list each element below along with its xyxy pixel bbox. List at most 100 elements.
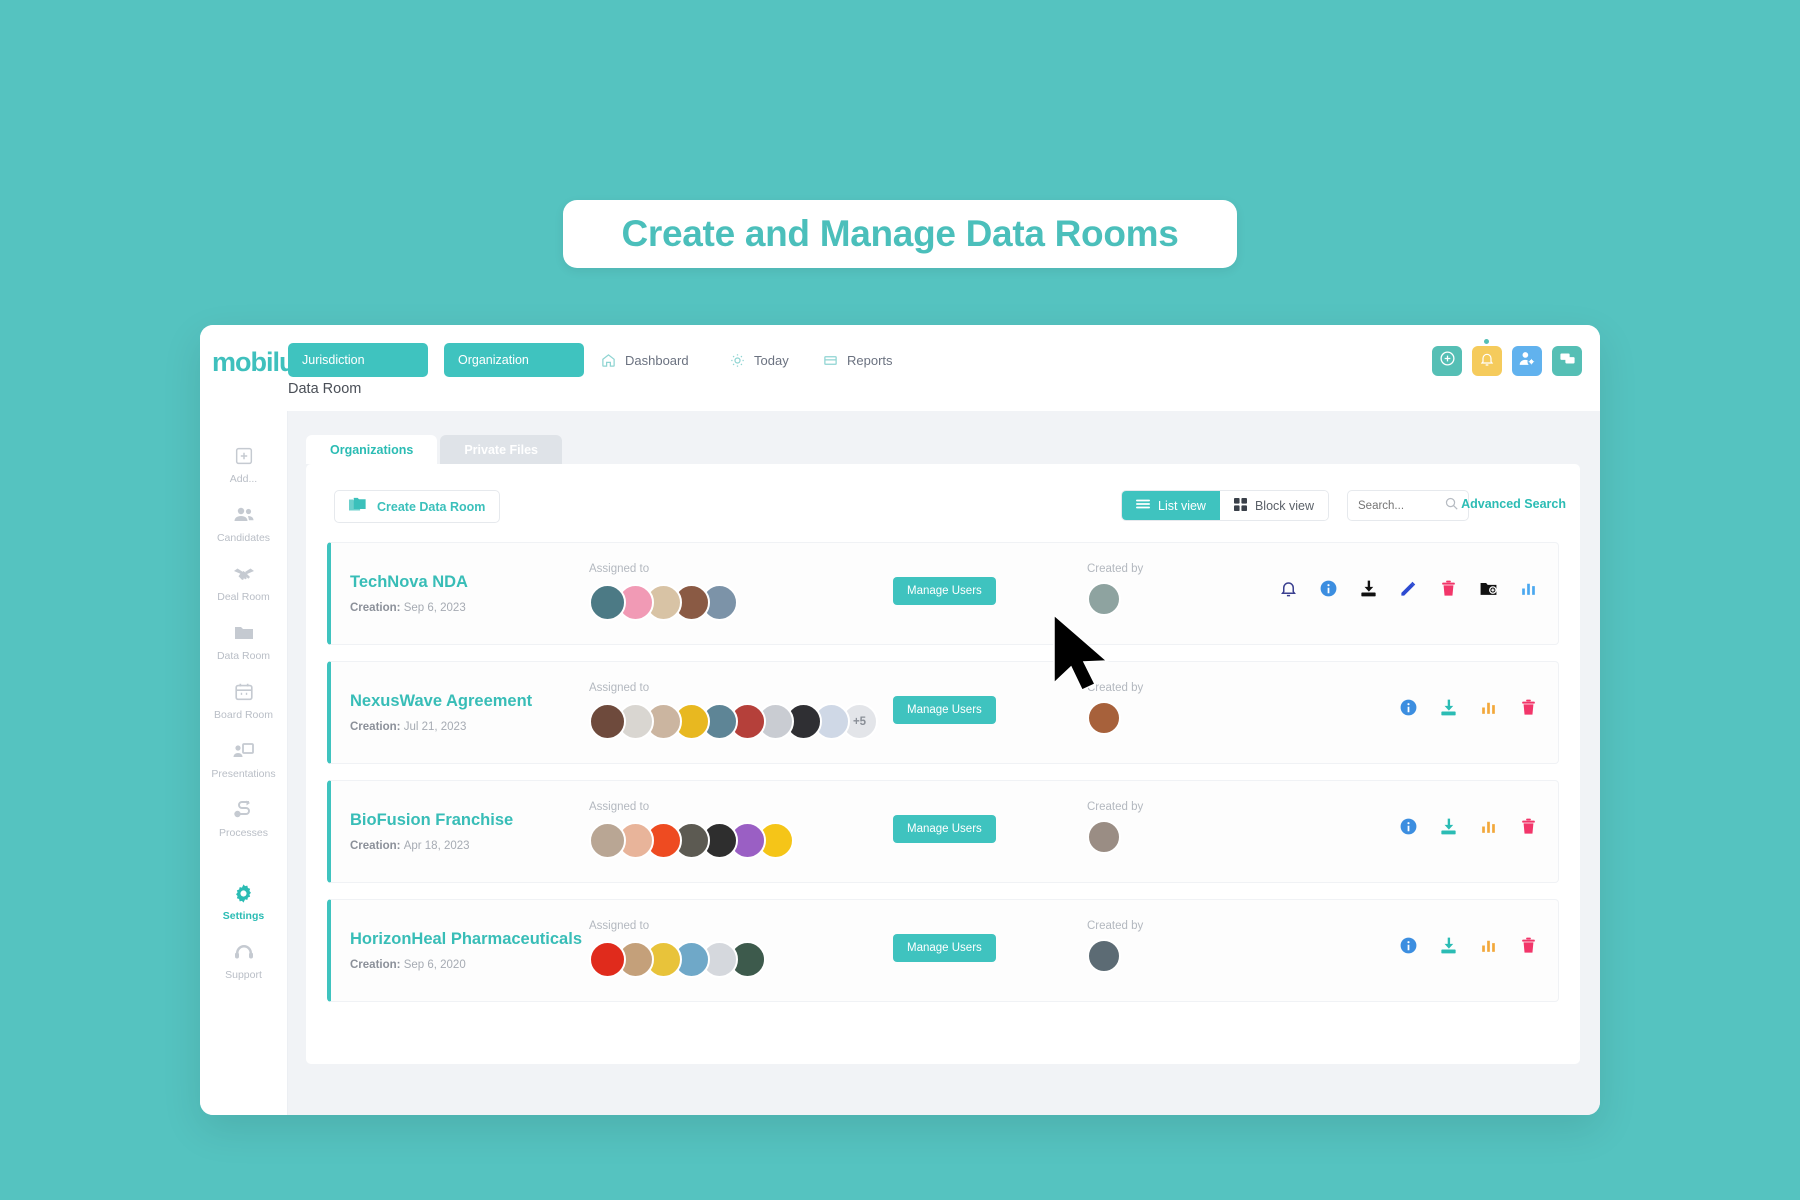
created-by-label: Created by: [1087, 563, 1144, 575]
avatar[interactable]: [589, 703, 626, 740]
row-actions: [1399, 936, 1538, 955]
search-input[interactable]: [1358, 499, 1444, 512]
statistics-icon[interactable]: [1479, 817, 1498, 836]
add-button[interactable]: [1432, 346, 1462, 376]
app-window: mobilu Jurisdiction Organization Dashboa…: [200, 325, 1600, 1115]
row-actions: [1279, 579, 1538, 598]
manage-users-button[interactable]: Manage Users: [893, 696, 996, 724]
delete-icon[interactable]: [1519, 936, 1538, 955]
data-room-name[interactable]: BioFusion Franchise: [350, 811, 513, 830]
tab-private-files[interactable]: Private Files: [440, 435, 562, 464]
nav-reports-label: Reports: [847, 352, 893, 368]
row-title-group: NexusWave Agreement Creation: Jul 21, 202…: [350, 692, 532, 733]
info-icon[interactable]: [1399, 817, 1418, 836]
sidebar-item-deal-room[interactable]: Deal Room: [200, 553, 287, 612]
download-icon[interactable]: [1439, 817, 1458, 836]
statistics-icon[interactable]: [1479, 936, 1498, 955]
search-icon: [1445, 497, 1458, 515]
assigned-to-label: Assigned to: [589, 563, 650, 575]
delete-icon[interactable]: [1519, 817, 1538, 836]
sidebar-item-support[interactable]: Support: [200, 931, 287, 990]
tab-organizations-label: Organizations: [330, 442, 414, 457]
search-box[interactable]: [1347, 490, 1469, 521]
row-title-group: BioFusion Franchise Creation: Apr 18, 202…: [350, 811, 513, 852]
data-room-name[interactable]: TechNova NDA: [350, 573, 468, 592]
creator-avatar[interactable]: [1087, 582, 1121, 616]
created-by-group: Created by: [1087, 563, 1143, 616]
sidebar-item-support-label: Support: [225, 969, 262, 981]
sidebar-item-deal-room-label: Deal Room: [217, 591, 270, 603]
tab-organizations[interactable]: Organizations: [306, 435, 438, 464]
avatar[interactable]: [589, 941, 626, 978]
avatar-stack: [589, 584, 738, 621]
manage-users-button[interactable]: Manage Users: [893, 577, 996, 605]
creator-avatar[interactable]: [1087, 701, 1121, 735]
data-room-name[interactable]: HorizonHeal Pharmaceuticals: [350, 930, 582, 949]
sidebar-item-presentations[interactable]: Presentations: [200, 730, 287, 789]
table-row[interactable]: HorizonHeal Pharmaceuticals Creation: Sep…: [327, 899, 1559, 1002]
data-room-name[interactable]: NexusWave Agreement: [350, 692, 532, 711]
created-by-label: Created by: [1087, 920, 1144, 932]
table-row[interactable]: BioFusion Franchise Creation: Apr 18, 202…: [327, 780, 1559, 883]
info-icon[interactable]: [1399, 936, 1418, 955]
download-icon[interactable]: [1439, 698, 1458, 717]
presentation-icon: [232, 739, 256, 763]
sidebar-item-add[interactable]: Add...: [200, 435, 287, 494]
headset-icon: [232, 940, 256, 964]
table-row[interactable]: TechNova NDA Creation: Sep 6, 2023 Assigne…: [327, 542, 1559, 645]
assigned-users-group: Assigned to +5: [589, 682, 878, 740]
list-view-label: List view: [1158, 498, 1206, 513]
nav-today[interactable]: Today: [730, 349, 789, 371]
created-by-group: Created by: [1087, 682, 1143, 735]
creator-avatar[interactable]: [1087, 939, 1121, 973]
avatar[interactable]: [589, 584, 626, 621]
messages-button[interactable]: [1552, 346, 1582, 376]
user-settings-button[interactable]: [1512, 346, 1542, 376]
delete-icon[interactable]: [1439, 579, 1458, 598]
data-room-panel: Create Data Room List view Block view Se…: [306, 464, 1580, 1064]
sidebar-item-settings[interactable]: Settings: [200, 872, 287, 931]
delete-icon[interactable]: [1519, 698, 1538, 717]
nav-reports[interactable]: Reports: [823, 349, 893, 371]
creation-date: Creation: Apr 18, 2023: [350, 840, 513, 852]
jurisdiction-label: Jurisdiction: [302, 353, 365, 367]
sidebar-item-data-room[interactable]: Data Room: [200, 612, 287, 671]
advanced-search-link[interactable]: Advanced Search: [1461, 497, 1566, 511]
creation-label: Creation:: [350, 959, 401, 971]
statistics-icon[interactable]: [1479, 698, 1498, 717]
sidebar-item-board-room-label: Board Room: [214, 709, 273, 721]
edit-icon[interactable]: [1399, 579, 1418, 598]
create-data-room-button[interactable]: Create Data Room: [334, 490, 501, 523]
statistics-icon[interactable]: [1519, 579, 1538, 598]
avatar[interactable]: [589, 822, 626, 859]
grid-icon: [1233, 497, 1247, 514]
list-view-button[interactable]: List view: [1122, 491, 1220, 520]
creator-avatar[interactable]: [1087, 820, 1121, 854]
info-icon[interactable]: [1319, 579, 1338, 598]
table-row[interactable]: NexusWave Agreement Creation: Jul 21, 202…: [327, 661, 1559, 764]
notifications-button[interactable]: [1472, 339, 1502, 376]
sidebar-item-candidates[interactable]: Candidates: [200, 494, 287, 553]
download-icon[interactable]: [1439, 936, 1458, 955]
nav-dashboard[interactable]: Dashboard: [601, 349, 689, 371]
creation-date: Creation: Jul 21, 2023: [350, 721, 532, 733]
row-actions: [1399, 698, 1538, 717]
download-icon[interactable]: [1359, 579, 1378, 598]
avatar-stack: [589, 941, 766, 978]
sidebar-item-settings-label: Settings: [222, 910, 265, 922]
add-folder-icon[interactable]: [1479, 579, 1498, 598]
sidebar-item-board-room[interactable]: Board Room: [200, 671, 287, 730]
manage-users-button[interactable]: Manage Users: [893, 815, 996, 843]
organization-selector[interactable]: Organization: [444, 343, 584, 377]
manage-users-button[interactable]: Manage Users: [893, 934, 996, 962]
row-actions: [1399, 817, 1538, 836]
headline-banner: Create and Manage Data Rooms: [563, 200, 1237, 268]
info-icon[interactable]: [1399, 698, 1418, 717]
notify-icon[interactable]: [1279, 579, 1298, 598]
sidebar-item-processes[interactable]: Processes: [200, 789, 287, 848]
user-gear-icon: [1519, 350, 1536, 372]
jurisdiction-selector[interactable]: Jurisdiction: [288, 343, 428, 377]
create-data-room-label: Create Data Room: [377, 499, 486, 514]
chat-icon: [1559, 350, 1576, 372]
block-view-button[interactable]: Block view: [1219, 491, 1328, 520]
